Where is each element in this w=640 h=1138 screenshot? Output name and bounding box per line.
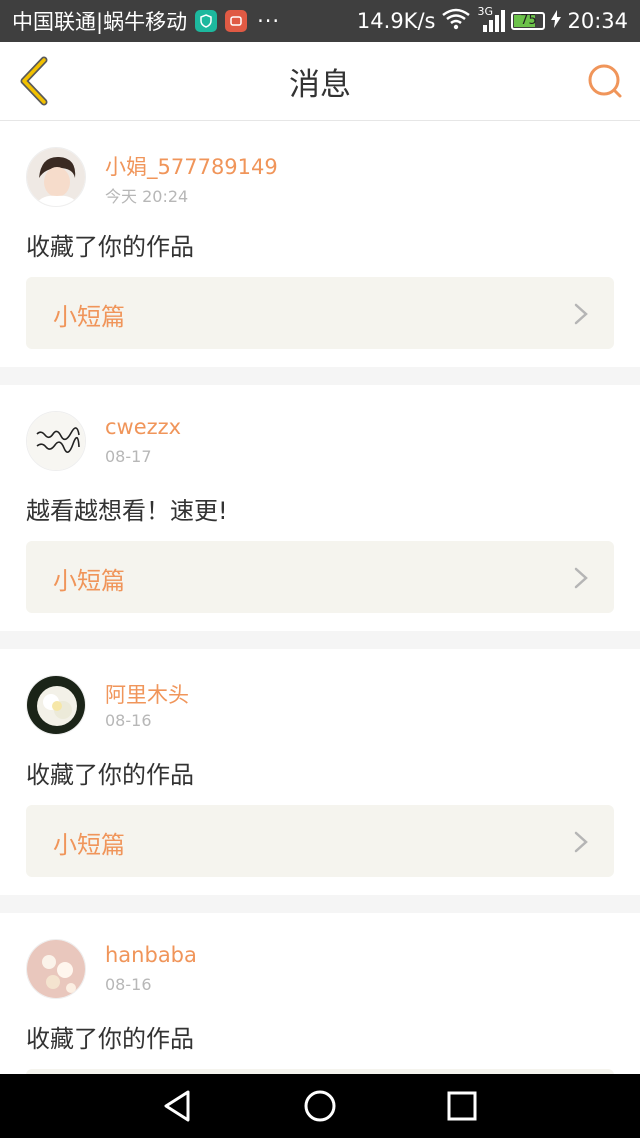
message-card: hanbaba 08-16 收藏了你的作品 xyxy=(0,913,640,1074)
battery-level: 75 xyxy=(520,13,537,28)
username[interactable]: cwezzx xyxy=(105,415,181,439)
avatar[interactable] xyxy=(26,675,86,735)
message-card: 阿里木头 08-16 收藏了你的作品 小短篇 xyxy=(0,649,640,895)
message-list[interactable]: 小娟_577789149 今天 20:24 收藏了你的作品 小短篇 cwezzx… xyxy=(0,121,640,1074)
circle-home-icon xyxy=(304,1090,336,1122)
nav-home-button[interactable] xyxy=(302,1088,338,1124)
work-link[interactable]: 小短篇 xyxy=(26,277,614,349)
message-text: 越看越想看！速更! xyxy=(26,497,228,525)
message-card: 小娟_577789149 今天 20:24 收藏了你的作品 小短篇 xyxy=(0,121,640,367)
work-title: 小短篇 xyxy=(53,303,125,331)
message-card: cwezzx 08-17 越看越想看！速更! 小短篇 xyxy=(0,385,640,631)
nav-back-button[interactable] xyxy=(160,1088,196,1124)
signal-icon: 3G xyxy=(477,5,506,33)
clock: 20:34 xyxy=(567,9,628,33)
chevron-right-icon xyxy=(574,567,588,589)
work-title: 小短篇 xyxy=(53,567,125,595)
network-speed: 14.9K/s xyxy=(356,9,436,33)
battery-icon: 75 xyxy=(511,12,546,30)
message-time: 今天 20:24 xyxy=(105,187,189,206)
wifi-icon xyxy=(441,8,471,35)
message-text: 收藏了你的作品 xyxy=(26,233,194,261)
triangle-back-icon xyxy=(164,1090,190,1122)
username[interactable]: 阿里木头 xyxy=(105,679,189,709)
work-link[interactable]: 小短篇 xyxy=(26,541,614,613)
message-time: 08-16 xyxy=(105,975,152,994)
header-bar: 消息 xyxy=(0,42,640,121)
notification-app-icon xyxy=(225,10,248,32)
page-title: 消息 xyxy=(289,66,351,103)
username[interactable]: hanbaba xyxy=(105,943,197,967)
avatar[interactable] xyxy=(26,147,86,207)
shield-icon xyxy=(195,10,218,32)
avatar[interactable] xyxy=(26,939,86,999)
avatar[interactable] xyxy=(26,411,86,471)
system-nav-bar xyxy=(0,1074,640,1138)
charging-icon xyxy=(551,9,562,33)
message-text: 收藏了你的作品 xyxy=(26,761,194,789)
network-type: 3G xyxy=(477,5,493,18)
message-time: 08-16 xyxy=(105,711,152,730)
chevron-right-icon xyxy=(574,303,588,325)
search-button[interactable] xyxy=(584,60,626,102)
work-link[interactable]: 小短篇 xyxy=(26,805,614,877)
work-title: 小短篇 xyxy=(53,831,125,859)
username[interactable]: 小娟_577789149 xyxy=(105,151,278,181)
search-icon xyxy=(588,64,622,98)
carrier-label: 中国联通|蜗牛移动 xyxy=(12,10,188,34)
chevron-right-icon xyxy=(574,831,588,853)
status-bar: 中国联通|蜗牛移动 ··· 14.9K/s 3G 75 20:34 xyxy=(0,0,640,42)
nav-recents-button[interactable] xyxy=(444,1088,480,1124)
square-recents-icon xyxy=(447,1091,477,1121)
message-time: 08-17 xyxy=(105,447,152,466)
more-notifications-icon: ··· xyxy=(257,9,281,33)
message-text: 收藏了你的作品 xyxy=(26,1025,194,1053)
